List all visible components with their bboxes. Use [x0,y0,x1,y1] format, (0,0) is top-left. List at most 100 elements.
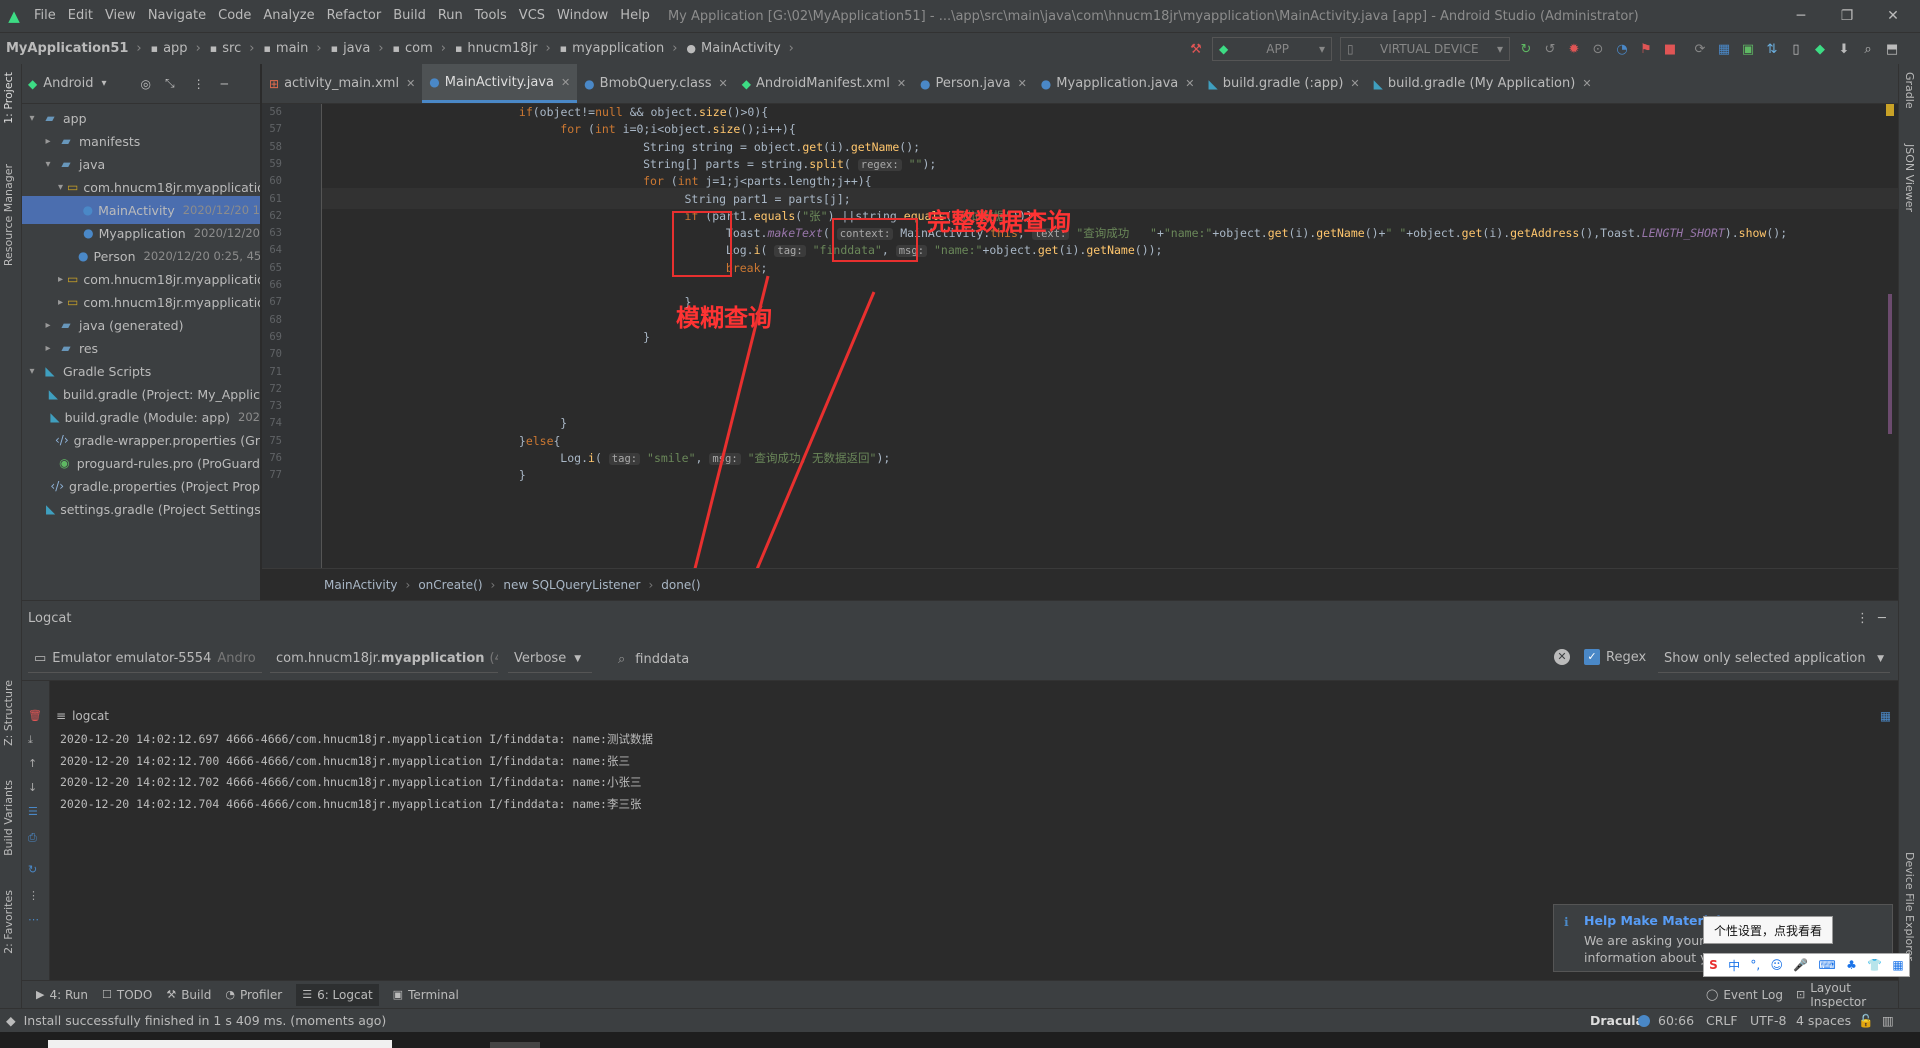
chinese-mode-icon[interactable]: 中 [1728,957,1740,974]
bottom-tab-4-run[interactable]: ▶ 4: Run [36,988,88,1002]
hide-panel-icon[interactable]: ─ [1878,611,1886,626]
close-tab-icon[interactable]: ✕ [897,77,906,90]
code-breadcrumb-item[interactable]: onCreate() [418,578,482,592]
emoji-icon[interactable]: ☺ [1770,958,1783,972]
expand-toggle-icon[interactable]: ▸ [42,343,54,354]
close-tab-icon[interactable]: ✕ [1582,77,1591,90]
clear-logcat-icon[interactable]: 🗑 [28,709,42,722]
hammer-icon[interactable]: ⚒ [1184,37,1208,61]
process-selector[interactable]: com.hnucm18jr.myapplication (46 ▼ [270,645,498,673]
resource-manager-tab[interactable]: Resource Manager [2,164,15,266]
filter-mode-selector[interactable]: Show only selected application ▼ [1658,645,1890,673]
scroll-thumb[interactable] [1888,294,1892,434]
project-structure-icon[interactable]: ▦ [1712,37,1736,61]
menu-item-help[interactable]: Help [614,0,656,32]
close-window-icon[interactable]: ✕ [1870,0,1916,32]
code-line[interactable]: } [330,292,692,313]
close-tab-icon[interactable]: ✕ [1350,77,1359,90]
breadcrumb-item[interactable]: ● MainActivity › [681,41,793,56]
keyboard-icon[interactable]: ⌨ [1819,958,1836,972]
hide-panel-icon[interactable]: ─ [221,77,228,91]
structure-tab[interactable]: Z: Structure [2,680,15,746]
menu-item-build[interactable]: Build [387,0,432,32]
close-tab-icon[interactable]: ✕ [1018,77,1027,90]
menu-item-refactor[interactable]: Refactor [321,0,388,32]
gradle-tab[interactable]: Gradle [1903,72,1916,109]
shirt-icon[interactable]: 👕 [1867,958,1882,972]
layout-inspector-button[interactable]: ⊡ Layout Inspector [1796,981,1898,1009]
locate-icon[interactable]: ◎ [141,77,151,91]
device-manager-icon[interactable]: ▯ [1784,37,1808,61]
sdk-manager-icon[interactable]: ⬇ [1832,37,1856,61]
tab-build-gradle-my-application-[interactable]: ◣ build.gradle (My Application) ✕ [1367,64,1599,103]
favorites-tab[interactable]: 2: Favorites [2,890,15,954]
menu-item-tools[interactable]: Tools [469,0,513,32]
notification-title[interactable]: Help Make Material [1584,913,1721,928]
breadcrumb-item[interactable]: ▪ main › [258,41,321,56]
code-breadcrumb-item[interactable]: done() [661,578,700,592]
menu-item-vcs[interactable]: VCS [513,0,551,32]
expand-toggle-icon[interactable]: ▾ [26,366,38,377]
breadcrumb-item[interactable]: ▪ src › [205,41,255,56]
tab-myapplication-java[interactable]: ● Myapplication.java ✕ [1034,64,1202,103]
regex-checkbox[interactable]: ✓ [1584,649,1600,665]
line-separator[interactable]: CRLF [1706,1013,1738,1028]
project-tool-tab[interactable]: 1: Project [2,72,15,124]
close-tab-icon[interactable]: ✕ [1185,77,1194,90]
terminal-icon[interactable]: ▣ [1736,37,1760,61]
event-log-button[interactable]: ◯ Event Log [1706,988,1783,1002]
code-breadcrumb-item[interactable]: MainActivity [324,578,398,592]
grid-menu-icon[interactable]: ▦ [1892,958,1903,972]
profile-icon[interactable]: ◔ [1610,37,1634,61]
clear-search-icon[interactable]: ✕ [1554,649,1570,665]
close-tab-icon[interactable]: ✕ [719,77,728,90]
bottom-tab-6-logcat[interactable]: ☰ 6: Logcat [296,983,379,1006]
avd-manager-icon[interactable]: ◆ [1808,37,1832,61]
lock-icon[interactable]: 🔓 [1858,1013,1874,1029]
build-variants-tab[interactable]: Build Variants [2,780,15,856]
log-search-field[interactable]: ⌕ finddata [612,645,1582,673]
tab-mainactivity-java[interactable]: ● MainActivity.java ✕ [422,64,578,103]
code-area[interactable]: if(object!=null && object.size()>0){for … [330,104,1890,568]
file-encoding[interactable]: UTF-8 [1750,1013,1786,1028]
breadcrumb-item[interactable]: ▪ app › [146,41,201,56]
expand-toggle-icon[interactable]: ▾ [26,113,38,124]
device-dropdown[interactable]: ▯ VIRTUAL DEVICE ▾ [1340,37,1510,61]
restore-icon[interactable]: ❐ [1824,0,1870,32]
device-file-explorer-tab[interactable]: Device File Explorer [1903,852,1916,961]
menu-item-view[interactable]: View [99,0,142,32]
memory-indicator-icon[interactable]: ▥ [1882,1013,1894,1028]
expand-toggle-icon[interactable]: ▾ [58,182,63,193]
json-viewer-tab[interactable]: JSON Viewer [1903,144,1916,212]
sync-icon[interactable]: ⟳ [1688,37,1712,61]
bottom-tab-todo[interactable]: ☐ TODO [102,988,152,1002]
updates-icon[interactable]: ⬒ [1880,37,1904,61]
taskbar-search[interactable] [48,1040,392,1048]
device-selector[interactable]: ▭ Emulator emulator-5554 Andro ▼ [28,645,262,673]
editor-scrollbar[interactable] [1886,104,1896,568]
more-options-icon[interactable]: ⋮ [193,77,205,91]
log-line[interactable]: 2020-12-20 14:02:12.704 4666-4666/com.hn… [60,796,641,812]
expand-toggle-icon[interactable]: ▸ [58,274,63,285]
bottom-tab-terminal[interactable]: ▣ Terminal [393,988,459,1002]
log-line[interactable]: 2020-12-20 14:02:12.702 4666-4666/com.hn… [60,774,641,790]
punctuation-icon[interactable]: °, [1750,958,1760,972]
theme-label[interactable]: Dracula [1590,1013,1644,1028]
log-line[interactable]: 2020-12-20 14:02:12.697 4666-4666/com.hn… [60,731,653,747]
breadcrumb-item[interactable]: ▪ hnucm18jr › [450,41,551,56]
ime-toolbar[interactable]: S 中 °, ☺ 🎤 ⌨ ♣ 👕 ▦ [1703,953,1910,977]
tab-build-gradle-app-[interactable]: ◣ build.gradle (:app) ✕ [1202,64,1367,103]
log-level-selector[interactable]: Verbose ▼ [508,645,592,673]
expand-toggle-icon[interactable]: ▸ [42,320,54,331]
status-message[interactable]: Install successfully finished in 1 s 409… [24,1013,387,1028]
log-line[interactable]: 2020-12-20 14:02:12.700 4666-4666/com.hn… [60,753,630,769]
tab-activity-main-xml[interactable]: ⊞ activity_main.xml ✕ [262,64,422,103]
taskbar-app[interactable] [490,1042,540,1048]
search-icon[interactable]: ⌕ [1856,37,1880,61]
menu-item-edit[interactable]: Edit [62,0,99,32]
tab-bmobquery-class[interactable]: ● BmobQuery.class ✕ [577,64,735,103]
gradle-sync-icon[interactable]: ⇅ [1760,37,1784,61]
code-editor[interactable]: 56 57 58 59 60 61 62 63 64 65 66 67 68 69 70 71 72 73 74 75… [262,104,1898,568]
minimize-icon[interactable]: ─ [1778,0,1824,32]
code-line[interactable]: } [330,327,650,348]
